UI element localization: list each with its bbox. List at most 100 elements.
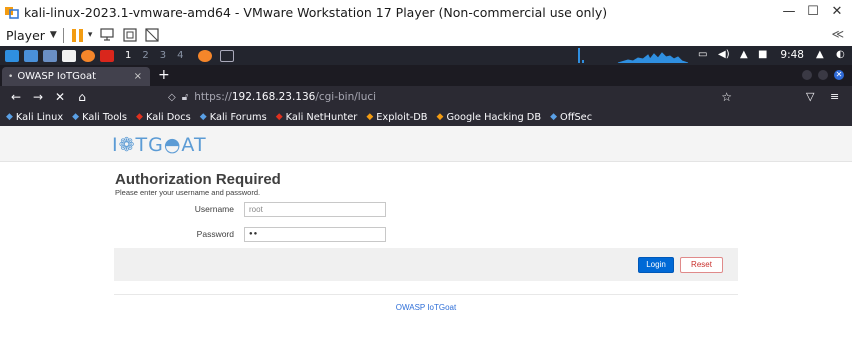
app-menu-icon[interactable]: ≡ [830,90,839,103]
tab-label: OWASP IoTGoat [17,71,97,82]
player-menu[interactable]: Player [6,28,45,43]
new-tab-button[interactable]: + [158,67,170,83]
bookmark-star-icon[interactable]: ☆ [721,90,732,104]
bookmark-label: Google Hacking DB [446,111,542,123]
ghdb-icon: ◆ [436,112,444,122]
password-label: Password [196,229,234,239]
window-title-bar: kali-linux-2023.1-vmware-amd64 - VMware … [0,0,852,24]
bookmark-label: Kali Docs [145,111,191,123]
pause-menu-caret-icon[interactable]: ▾ [88,30,93,40]
page-title: Authorization Required [115,171,281,188]
maximize-browser-button[interactable] [818,70,828,80]
footer-divider [114,294,738,295]
cpu-graph [578,48,689,63]
url-bar[interactable]: ◇ 🔓︎ https://192.168.23.136/cgi-bin/luci… [162,88,742,106]
pocket-icon[interactable]: ▽ [806,90,814,103]
lock-screen-icon[interactable]: ▲ [816,49,824,60]
browser-tab-bar: • OWASP IoTGoat × + ✕ [0,65,852,86]
kali-menu-icon[interactable] [5,49,19,62]
brand-header: I❁TG◓AT [0,126,852,162]
battery-icon[interactable]: ■ [758,49,767,60]
clock: 9:48 [780,49,804,61]
vmware-logo-icon [5,7,19,19]
exploit-db-icon: ◆ [366,112,374,122]
forward-icon[interactable]: → [32,90,44,104]
bookmark-item[interactable]: ◆ Kali Forums [200,112,267,123]
kali-tools-icon: ◆ [72,112,80,122]
iotgoat-logo[interactable]: I❁TG◓AT [112,134,207,156]
notification-bell-icon[interactable]: ▲ [740,49,748,60]
footer-link[interactable]: OWASP IoTGoat [0,303,852,312]
bookmark-label: Kali Tools [82,111,128,123]
terminal-launcher-icon[interactable] [24,49,38,62]
login-button[interactable]: Login [638,257,674,273]
url-path: /cgi-bin/luci [315,91,377,103]
bookmark-item[interactable]: ◆ OffSec [550,112,592,123]
unity-mode-icon[interactable] [144,28,160,42]
volume-icon[interactable]: ◀) [718,49,730,60]
display-icon[interactable]: ▭ [698,49,707,60]
window-title: kali-linux-2023.1-vmware-amd64 - VMware … [24,4,608,20]
login-instructions: Please enter your username and password. [115,188,261,197]
bookmark-item[interactable]: ◆ Kali Docs [136,112,191,123]
reset-button[interactable]: Reset [680,257,723,273]
url-host: 192.168.23.136 [231,91,316,103]
send-ctrl-alt-del-icon[interactable] [100,28,116,42]
power-icon[interactable]: ◐ [836,49,845,60]
workspace-3[interactable]: 3 [160,50,166,61]
tab-owasp-iotgoat[interactable]: • OWASP IoTGoat × [2,67,150,86]
window-task-icon[interactable] [219,49,234,62]
bookmark-label: Kali Forums [209,111,267,123]
browser-nav-bar: ← → ✕ ⌂ ◇ 🔓︎ https://192.168.23.136/cgi-… [0,86,852,108]
minimize-browser-button[interactable] [802,70,812,80]
back-icon[interactable]: ← [10,90,22,104]
toolbar-divider [62,27,64,43]
close-tab-icon[interactable]: × [134,71,142,82]
bookmark-label: Kali NetHunter [285,111,358,123]
nethunter-icon: ◆ [275,112,283,122]
workspace-4[interactable]: 4 [177,50,183,61]
terminal-app-icon[interactable] [100,49,114,62]
bookmarks-toolbar: ◆ Kali Linux ◆ Kali Tools ◆ Kali Docs ◆ Kali Fo… [0,108,852,126]
offsec-icon: ◆ [550,112,557,122]
minimize-button[interactable]: — [778,3,800,21]
bookmark-label: Exploit-DB [376,111,428,123]
workspace-2[interactable]: 2 [142,50,148,61]
pause-vm-button[interactable] [71,28,83,42]
kali-docs-icon: ◆ [136,112,143,122]
luci-login-page: I❁TG◓AT Authorization Required Please en… [0,126,852,343]
fullscreen-icon[interactable] [122,28,138,42]
bookmark-item[interactable]: ◆ Exploit-DB [366,112,427,123]
bookmark-item[interactable]: ◆ Kali NetHunter [276,112,358,123]
bookmark-label: OffSec [560,111,593,123]
bookmark-item[interactable]: ◆ Kali Linux [6,112,63,123]
workspace-1[interactable]: 1 [125,50,131,61]
stop-icon[interactable]: ✕ [54,90,66,104]
file-manager-icon[interactable] [43,49,57,62]
password-input[interactable]: ●● [244,227,386,242]
tab-favicon-icon: • [8,71,14,82]
home-icon[interactable]: ⌂ [76,90,88,104]
bookmark-label: Kali Linux [15,111,64,123]
maximize-button[interactable]: ☐ [802,3,824,21]
collapse-toolbar-icon[interactable]: ≪ [831,27,844,41]
bookmark-item[interactable]: ◆ Kali Tools [72,112,127,123]
text-editor-icon[interactable] [62,49,76,62]
insecure-lock-icon[interactable]: 🔓︎ [182,92,188,103]
form-actions: Login Reset [114,248,738,281]
kali-top-panel: 1 2 3 4 ▭ ◀) ▲ ■ 9:48 ▲ ◐ [0,46,852,65]
url-text[interactable]: https://192.168.23.136/cgi-bin/luci [194,91,376,103]
username-input[interactable]: root [244,202,386,217]
close-browser-button[interactable]: ✕ [834,70,844,80]
close-window-button[interactable]: ✕ [826,3,848,21]
kali-forums-icon: ◆ [199,112,207,122]
vm-toolbar: Player ▼ ▾ ≪ [0,24,852,46]
username-label: Username [194,204,234,214]
firefox-task-icon[interactable] [197,49,212,62]
url-prefix: https:// [194,91,232,103]
firefox-launcher-icon[interactable] [81,49,95,62]
bookmark-item[interactable]: ◆ Google Hacking DB [437,112,542,123]
player-menu-caret-icon[interactable]: ▼ [50,30,57,40]
kali-icon: ◆ [6,112,13,122]
tracking-shield-icon[interactable]: ◇ [168,92,176,103]
